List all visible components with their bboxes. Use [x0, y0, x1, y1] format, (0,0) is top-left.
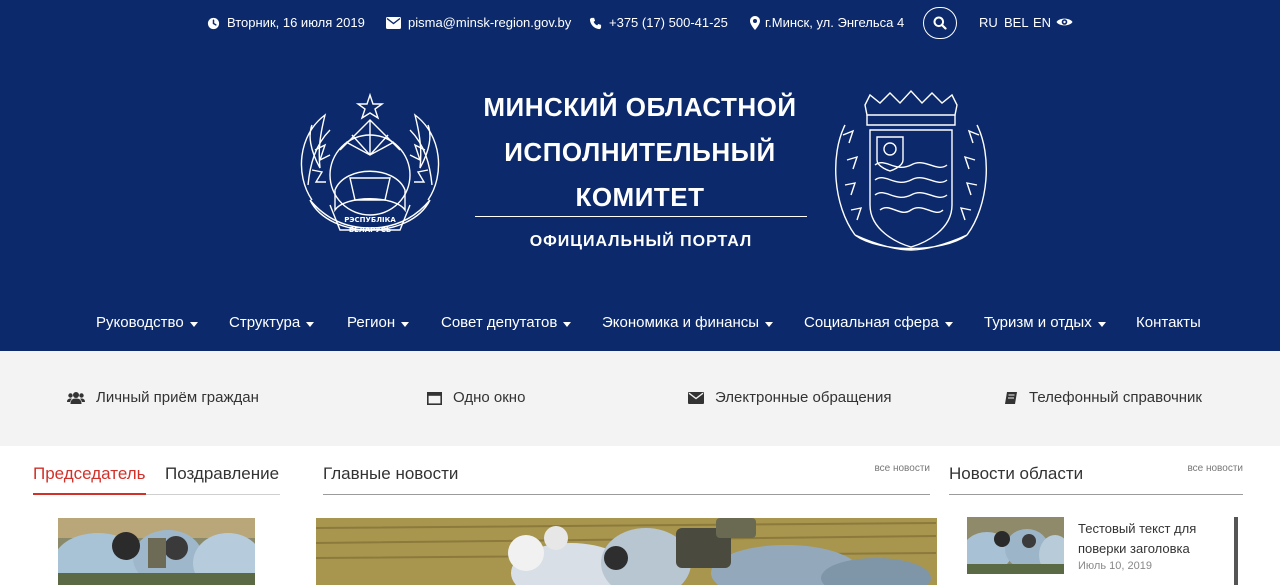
date-item: Вторник, 16 июля 2019 [207, 15, 365, 31]
top-bar: Вторник, 16 июля 2019 pisma@minsk-region… [0, 0, 1280, 46]
nav-item-sovet-deputatov[interactable]: Совет депутатов [441, 312, 572, 334]
portal-subtitle: ОФИЦИАЛЬНЫЙ ПОРТАЛ [529, 233, 753, 250]
email-link[interactable]: pisma@minsk-region.gov.by [408, 15, 571, 31]
search-icon [933, 16, 947, 30]
quick-link-reception[interactable]: Личный приём граждан [67, 389, 259, 407]
nav-label: Экономика и финансы [602, 314, 760, 331]
main-news-all-link[interactable]: все новости [874, 463, 930, 475]
main-news-photo[interactable] [316, 518, 937, 585]
quick-links-bar: Личный приём граждан Одно окно Электронн… [0, 351, 1280, 446]
region-news-scrollbar[interactable] [1234, 517, 1238, 585]
main-news-header: Главные новости все новости [323, 463, 930, 495]
nav-item-region[interactable]: Регион [347, 312, 410, 334]
chairman-tabs: Председатель Поздравление [33, 463, 280, 495]
region-news-item[interactable]: Тестовый текст для поверки заголовка Июл… [967, 517, 1237, 585]
region-news-title: Новости области [949, 464, 1084, 483]
chairman-photo[interactable] [58, 518, 255, 585]
minsk-region-coat-of-arms-icon [835, 89, 987, 251]
caret-down-icon [189, 321, 198, 327]
nav-label: Руководство [96, 314, 184, 331]
envelope-icon [688, 392, 704, 404]
phone-icon [589, 17, 602, 29]
title-line-3: КОМИТЕТ [575, 182, 705, 212]
nav-item-struktura[interactable]: Структура [229, 312, 315, 334]
book-icon [1005, 392, 1017, 404]
nav-label: Контакты [1136, 314, 1201, 331]
caret-down-icon [765, 321, 774, 327]
site-header: Вторник, 16 июля 2019 pisma@minsk-region… [0, 0, 1280, 351]
quick-link-e-appeals[interactable]: Электронные обращения [688, 389, 891, 407]
nav-item-rukovodstvo[interactable]: Руководство [96, 312, 198, 334]
caret-down-icon [1097, 321, 1106, 327]
emblem-text-bottom: БЕЛАРУСЬ [349, 226, 391, 234]
title-line-1: МИНСКИЙ ОБЛАСТНОЙ [483, 92, 797, 122]
phone-item[interactable]: +375 (17) 500-41-25 [589, 15, 728, 31]
lang-bel[interactable]: BEL [1004, 15, 1029, 31]
users-icon [67, 392, 85, 404]
eye-icon[interactable] [1056, 16, 1073, 28]
address-item: г.Минск, ул. Энгельса 4 [750, 15, 904, 31]
nav-item-turizm[interactable]: Туризм и отдых [984, 312, 1106, 334]
quick-link-label: Телефонный справочник [1029, 389, 1202, 406]
title-line-2: ИСПОЛНИТЕЛЬНЫЙ [504, 137, 776, 167]
current-date: Вторник, 16 июля 2019 [227, 15, 365, 30]
rescue-exercise-image [316, 518, 937, 585]
quick-link-label: Одно окно [453, 389, 526, 406]
tab-greeting[interactable]: Поздравление [165, 463, 279, 485]
nav-item-kontakty[interactable]: Контакты [1136, 312, 1201, 334]
caret-down-icon [563, 321, 572, 327]
main-news-title: Главные новости [323, 464, 459, 483]
portal-title: МИНСКИЙ ОБЛАСТНОЙ ИСПОЛНИТЕЛЬНЫЙ КОМИТЕТ [470, 85, 810, 220]
caret-down-icon [306, 321, 315, 327]
quick-link-phonebook[interactable]: Телефонный справочник [1004, 389, 1202, 407]
title-divider [475, 216, 807, 217]
rescue-photo-image [58, 518, 255, 585]
nav-item-socialnaya-sfera[interactable]: Социальная сфера [804, 312, 953, 334]
tab-chairman[interactable]: Председатель [33, 463, 146, 485]
email-item[interactable]: pisma@minsk-region.gov.by [386, 15, 571, 31]
nav-label: Социальная сфера [804, 314, 939, 331]
quick-link-label: Электронные обращения [715, 389, 892, 406]
nav-label: Регион [347, 314, 396, 331]
quick-link-label: Личный приём граждан [96, 389, 259, 406]
news-thumbnail-image [967, 517, 1064, 574]
lang-ru[interactable]: RU [979, 15, 998, 31]
news-item-date: Июль 10, 2019 [1078, 560, 1152, 572]
window-icon [427, 391, 442, 405]
region-news-header: Новости области все новости [949, 463, 1243, 495]
phone-number[interactable]: +375 (17) 500-41-25 [609, 15, 728, 31]
envelope-icon [386, 17, 401, 29]
nav-label: Структура [229, 314, 301, 331]
caret-down-icon [401, 321, 410, 327]
nav-item-ekonomika[interactable]: Экономика и финансы [602, 312, 774, 334]
news-thumbnail[interactable] [967, 517, 1064, 574]
active-tab-indicator [33, 493, 146, 495]
news-item-title[interactable]: Тестовый текст для поверки заголовка [1078, 519, 1228, 559]
belarus-emblem-icon: РЭСПУБЛІКА БЕЛАРУСЬ [300, 92, 440, 234]
clock-icon [207, 17, 220, 29]
lang-en[interactable]: EN [1033, 15, 1051, 31]
emblem-text-top: РЭСПУБЛІКА [344, 216, 396, 224]
nav-label: Совет депутатов [441, 314, 558, 331]
search-button[interactable] [923, 7, 957, 39]
quick-link-one-window[interactable]: Одно окно [427, 389, 525, 407]
region-news-all-link[interactable]: все новости [1187, 463, 1243, 475]
map-marker-icon [750, 16, 760, 30]
address-text: г.Минск, ул. Энгельса 4 [765, 15, 905, 30]
caret-down-icon [944, 321, 953, 327]
nav-label: Туризм и отдых [984, 314, 1092, 331]
main-navigation: Руководство Структура Регион Совет депут… [0, 312, 1280, 336]
